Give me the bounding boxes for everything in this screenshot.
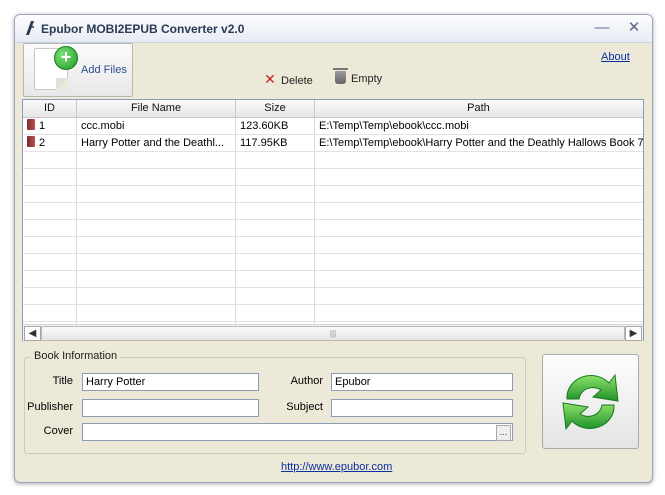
table-row[interactable]: 1 ccc.mobi 123.60KB E:\Temp\Temp\ebook\c… xyxy=(23,118,643,135)
row-id: 2 xyxy=(39,137,46,149)
add-files-label: Add Files xyxy=(81,64,127,76)
empty-label: Empty xyxy=(351,73,383,85)
row-size: 117.95KB xyxy=(240,137,288,149)
horizontal-scrollbar[interactable]: ◀ ||| ▶ xyxy=(23,324,643,341)
table-row-empty xyxy=(23,271,643,288)
row-id-cell: 2 xyxy=(23,135,76,151)
browse-cover-button[interactable]: ... xyxy=(496,425,511,441)
book-icon xyxy=(27,119,35,130)
table-row-empty xyxy=(23,288,643,305)
book-information-group: Book Information Title Harry Potter Auth… xyxy=(24,350,526,454)
cover-label: Cover xyxy=(43,425,73,437)
convert-icon xyxy=(562,373,619,431)
column-header-size[interactable]: Size xyxy=(236,100,315,117)
subject-field[interactable] xyxy=(331,399,513,417)
table-row-empty xyxy=(23,152,643,169)
table-row-empty xyxy=(23,203,643,220)
close-icon[interactable]: ✕ xyxy=(623,18,645,38)
convert-button[interactable] xyxy=(542,354,639,449)
empty-button[interactable]: Empty xyxy=(333,68,383,89)
title-label: Title xyxy=(52,375,73,387)
table-row-empty xyxy=(23,220,643,237)
scrollbar-thumb[interactable]: ||| xyxy=(41,326,625,341)
publisher-label: Publisher xyxy=(27,401,73,413)
subject-label: Subject xyxy=(286,401,323,413)
publisher-field[interactable] xyxy=(82,399,259,417)
add-files-icon: + xyxy=(54,46,78,70)
row-file-name: ccc.mobi xyxy=(81,120,125,132)
row-id: 1 xyxy=(39,120,46,132)
row-path: E:\Temp\Temp\ebook\Harry Potter and the … xyxy=(319,137,643,149)
add-files-button[interactable]: + Add Files xyxy=(23,43,133,97)
delete-label: Delete xyxy=(281,75,313,87)
title-bar[interactable]: Epubor MOBI2EPUB Converter v2.0 — ✕ xyxy=(15,15,652,43)
title-field[interactable]: Harry Potter xyxy=(82,373,259,391)
group-legend: Book Information xyxy=(31,350,121,362)
row-file-name: Harry Potter and the Deathl... xyxy=(81,137,225,149)
app-icon xyxy=(26,21,34,35)
table-row[interactable]: 2 Harry Potter and the Deathl... 117.95K… xyxy=(23,135,643,152)
list-rows: 1 ccc.mobi 123.60KB E:\Temp\Temp\ebook\c… xyxy=(23,118,643,322)
column-header-id[interactable]: ID xyxy=(23,100,77,117)
author-label: Author xyxy=(290,375,323,387)
scroll-left-arrow-icon[interactable]: ◀ xyxy=(24,326,41,341)
cover-field[interactable]: ... xyxy=(82,423,513,441)
about-link[interactable]: About xyxy=(601,51,630,63)
trash-icon xyxy=(333,68,348,84)
table-row-empty xyxy=(23,254,643,271)
scroll-right-arrow-icon[interactable]: ▶ xyxy=(625,326,642,341)
table-row-empty xyxy=(23,186,643,203)
column-header-file-name[interactable]: File Name xyxy=(77,100,236,117)
table-row-empty xyxy=(23,169,643,186)
table-row-empty xyxy=(23,237,643,254)
book-icon xyxy=(27,136,35,147)
window-title: Epubor MOBI2EPUB Converter v2.0 xyxy=(41,22,245,36)
website-link[interactable]: http://www.epubor.com xyxy=(281,461,392,473)
minimize-icon[interactable]: — xyxy=(591,18,613,38)
column-header-path[interactable]: Path xyxy=(315,100,642,117)
row-id-cell: 1 xyxy=(23,118,76,134)
file-list[interactable]: ID File Name Size Path 1 ccc.mobi 123.60… xyxy=(22,99,644,341)
delete-button[interactable]: ✕ Delete xyxy=(263,71,313,89)
delete-icon: ✕ xyxy=(264,71,276,87)
author-field[interactable]: Epubor xyxy=(331,373,513,391)
app-window: Epubor MOBI2EPUB Converter v2.0 — ✕ + Ad… xyxy=(14,14,653,483)
row-path: E:\Temp\Temp\ebook\ccc.mobi xyxy=(319,120,469,132)
list-header: ID File Name Size Path xyxy=(23,100,643,118)
table-row-empty xyxy=(23,305,643,322)
row-size: 123.60KB xyxy=(240,120,289,132)
